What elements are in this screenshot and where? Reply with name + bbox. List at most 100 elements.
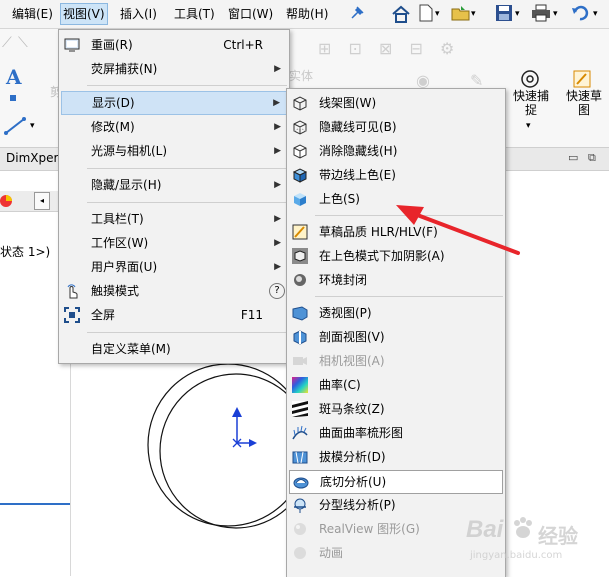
submenu-arrow-icon: ▶ [274, 214, 281, 224]
scroll-left-button[interactable]: ◂ [34, 192, 50, 210]
sketch-circle-outer[interactable] [147, 363, 309, 527]
menu-item-redraw[interactable]: 重画(R) Ctrl+R [61, 34, 287, 56]
full-screen-icon [64, 307, 80, 323]
slash-tool-icon[interactable]: ⟍ [18, 35, 28, 51]
quick-sketch-button[interactable]: 快速草图 [560, 65, 606, 125]
dropdown-arrow-icon[interactable]: ▾ [471, 9, 489, 27]
menu-item-undercut-analysis[interactable]: 底切分析(U) [289, 470, 503, 494]
watermark-brand-suffix: 经验 [538, 524, 578, 548]
menu-tools[interactable]: 工具(T) [172, 5, 217, 23]
menu-item-ambient-occlusion[interactable]: 环境封闭 [289, 269, 503, 291]
disabled-tools-icon: ⊞ ⊡ ⊠ ⊟ ⚙ [318, 39, 461, 58]
curvature-comb-icon [292, 425, 308, 441]
menu-item-workspace[interactable]: 工作区(W) ▶ [61, 232, 287, 254]
menu-insert[interactable]: 插入(I) [118, 5, 159, 23]
menu-item-display[interactable]: 显示(D) ▶ [61, 91, 287, 115]
menu-item-full-screen[interactable]: 全屏 F11 [61, 304, 287, 326]
view-menu: 重画(R) Ctrl+R 荧屏捕获(N) ▶ 显示(D) ▶ 修改(M) ▶ 光… [58, 29, 290, 364]
quick-snap-label: 快速捕捉 [512, 89, 549, 117]
menu-item-user-interface[interactable]: 用户界面(U) ▶ [61, 256, 287, 278]
quick-snap-button[interactable]: 快速捕捉 ▾ [506, 65, 552, 131]
dropdown-arrow-icon[interactable]: ▾ [526, 121, 531, 131]
menu-item-shaded-with-edges[interactable]: 带边线上色(E) [289, 164, 503, 186]
section-view-icon [292, 329, 308, 345]
new-document-icon[interactable] [417, 4, 435, 22]
menu-item-hidden-lines-removed[interactable]: 消除隐藏线(H) [289, 140, 503, 162]
help-icon[interactable]: ? [269, 283, 285, 299]
curvature-icon [292, 377, 308, 393]
menu-edit[interactable]: 编辑(E) [10, 5, 55, 23]
menu-item-zebra-stripes[interactable]: 斑马条纹(Z) [289, 398, 503, 420]
paw-logo-icon [512, 516, 534, 543]
dropdown-arrow-icon[interactable]: ▾ [30, 121, 35, 131]
point-tool-icon[interactable] [10, 95, 16, 101]
text-tool-icon[interactable]: A [6, 65, 22, 89]
menu-item-curvature-comb[interactable]: 曲面曲率梳形图 [289, 422, 503, 444]
submenu-arrow-icon: ▶ [274, 262, 281, 272]
camera-view-icon [292, 353, 308, 369]
dropdown-arrow-icon[interactable]: ▾ [553, 9, 571, 27]
menu-separator [87, 332, 287, 333]
wireframe-icon [292, 95, 308, 111]
submenu-arrow-icon: ▶ [274, 238, 281, 248]
submenu-arrow-icon: ▶ [273, 98, 280, 108]
watermark: Bai 经验 jingyan.baidu.com [466, 512, 606, 568]
menu-separator [315, 296, 503, 297]
quick-sketch-label: 快速草图 [565, 89, 602, 117]
shaded-with-edges-icon [292, 167, 308, 183]
menu-bar: 编辑(E) 视图(V) 插入(I) 工具(T) 窗口(W) 帮助(H) [0, 0, 373, 29]
dropdown-arrow-icon[interactable]: ▾ [593, 9, 609, 27]
menu-separator [87, 85, 287, 86]
menu-item-camera-view[interactable]: 相机视图(A) [289, 350, 503, 372]
home-icon[interactable] [391, 4, 410, 23]
menu-separator [87, 202, 287, 203]
parting-line-analysis-icon [292, 497, 308, 513]
line-tool-icon[interactable]: ⟋ [2, 35, 12, 51]
touch-hand-icon [64, 283, 80, 299]
pin-icon[interactable] [348, 4, 366, 22]
menu-item-perspective[interactable]: 透视图(P) [289, 302, 503, 324]
hidden-lines-removed-icon [292, 143, 308, 159]
menu-item-customize-menu[interactable]: 自定义菜单(M) [61, 338, 287, 360]
origin-axis-icon [232, 407, 257, 448]
menu-item-touch-mode[interactable]: 触摸模式 ? [61, 280, 287, 302]
menu-help[interactable]: 帮助(H) [284, 5, 330, 23]
appearance-icon[interactable] [0, 193, 16, 212]
open-folder-icon[interactable] [451, 4, 470, 22]
watermark-brand: Bai [466, 516, 504, 543]
menu-item-toolbars[interactable]: 工具栏(T) ▶ [61, 208, 287, 230]
print-icon[interactable] [531, 4, 550, 22]
menu-item-draft-analysis[interactable]: 拔模分析(D) [289, 446, 503, 468]
window-tile-icon[interactable]: ⧉ [588, 151, 596, 165]
window-restore-icon[interactable]: ▭ [568, 151, 578, 164]
menu-view[interactable]: 视图(V) [60, 3, 108, 25]
tab-dimxpert[interactable]: DimXpert [6, 151, 63, 165]
draft-analysis-icon [292, 449, 308, 465]
menu-item-hide-show[interactable]: 隐藏/显示(H) ▶ [61, 174, 287, 196]
undo-icon[interactable] [571, 4, 589, 22]
hidden-lines-visible-icon [292, 119, 308, 135]
ambient-occlusion-icon [292, 272, 308, 288]
animation-icon [292, 545, 308, 561]
submenu-arrow-icon: ▶ [274, 146, 281, 156]
display-submenu: 线架图(W) 隐藏线可见(B) 消除隐藏线(H) 带边线上色(E) 上色(S) … [286, 88, 506, 577]
annotation-arrow-icon [396, 205, 520, 255]
redraw-icon [64, 37, 80, 53]
shadows-icon [292, 248, 308, 264]
submenu-arrow-icon: ▶ [274, 122, 281, 132]
menu-window[interactable]: 窗口(W) [226, 5, 275, 23]
menu-item-lights-cameras[interactable]: 光源与相机(L) ▶ [61, 140, 287, 162]
menu-item-modify[interactable]: 修改(M) ▶ [61, 116, 287, 138]
centerline-tool-icon[interactable] [4, 115, 30, 138]
perspective-icon [292, 305, 308, 321]
menu-item-wireframe[interactable]: 线架图(W) [289, 92, 503, 114]
menu-separator [87, 168, 287, 169]
submenu-arrow-icon: ▶ [274, 180, 281, 190]
draft-quality-icon [292, 224, 308, 240]
menu-item-hidden-lines-visible[interactable]: 隐藏线可见(B) [289, 116, 503, 138]
realview-icon [292, 521, 308, 537]
menu-item-section-view[interactable]: 剖面视图(V) [289, 326, 503, 348]
save-icon[interactable] [495, 4, 513, 22]
menu-item-screen-capture[interactable]: 荧屏捕获(N) ▶ [61, 58, 287, 80]
menu-item-curvature[interactable]: 曲率(C) [289, 374, 503, 396]
